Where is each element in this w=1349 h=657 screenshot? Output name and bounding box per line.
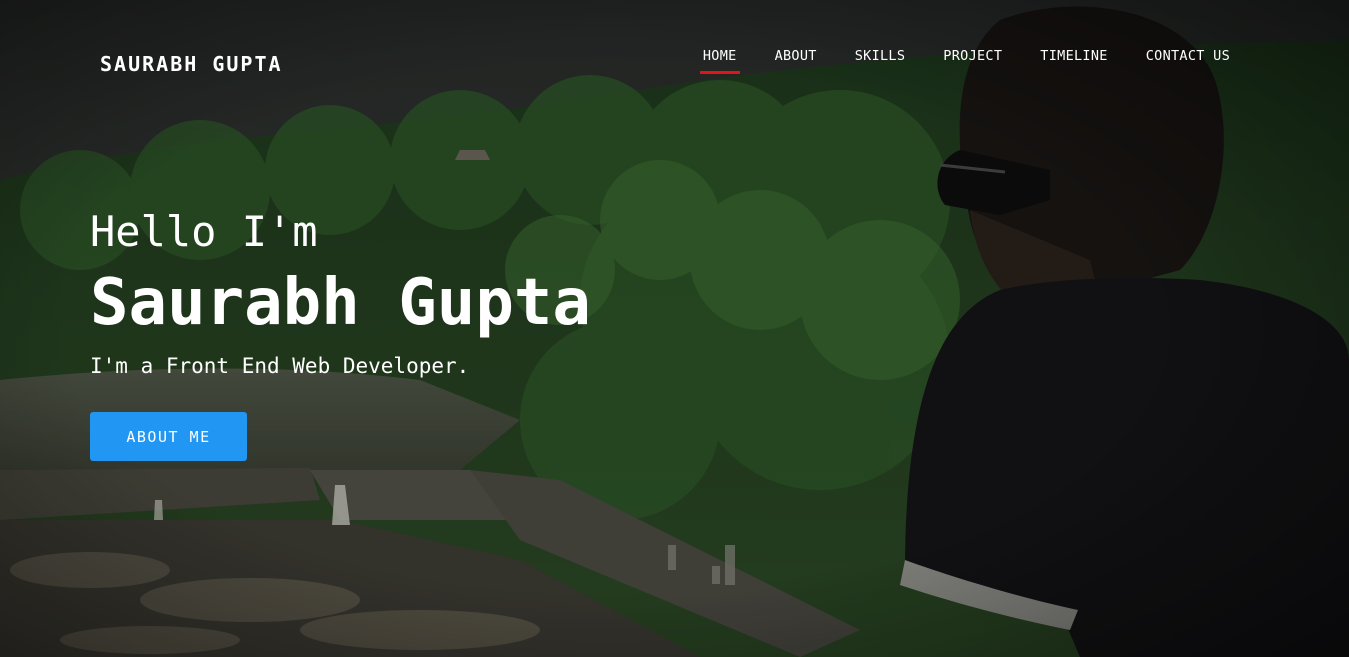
hero-greeting: Hello I'm bbox=[90, 207, 318, 256]
about-me-button[interactable]: ABOUT ME bbox=[90, 412, 247, 461]
nav-link-project[interactable]: PROJECT bbox=[943, 48, 1002, 64]
main-navigation: HOME ABOUT SKILLS PROJECT TIMELINE CONTA… bbox=[699, 47, 1230, 74]
nav-link-home[interactable]: HOME bbox=[703, 48, 737, 64]
nav-link-timeline[interactable]: TIMELINE bbox=[1040, 48, 1107, 64]
nav-link-about[interactable]: ABOUT bbox=[775, 48, 817, 64]
nav-item-skills[interactable]: SKILLS bbox=[855, 47, 906, 74]
nav-item-about[interactable]: ABOUT bbox=[775, 47, 817, 74]
nav-item-project[interactable]: PROJECT bbox=[943, 47, 1002, 74]
nav-item-timeline[interactable]: TIMELINE bbox=[1040, 47, 1107, 74]
hero-section: SAURABH GUPTA HOME ABOUT SKILLS PROJECT … bbox=[0, 0, 1349, 657]
hero-name: Saurabh Gupta bbox=[90, 266, 591, 340]
site-brand[interactable]: SAURABH GUPTA bbox=[100, 52, 283, 76]
nav-item-contact[interactable]: CONTACT US bbox=[1146, 47, 1230, 74]
nav-item-home[interactable]: HOME bbox=[699, 47, 740, 74]
hero-tagline: I'm a Front End Web Developer. bbox=[90, 354, 470, 378]
nav-link-contact[interactable]: CONTACT US bbox=[1146, 48, 1230, 64]
nav-link-skills[interactable]: SKILLS bbox=[855, 48, 906, 64]
hero-intro: Hello I'm Saurabh Gupta I'm a Front End … bbox=[90, 206, 591, 380]
